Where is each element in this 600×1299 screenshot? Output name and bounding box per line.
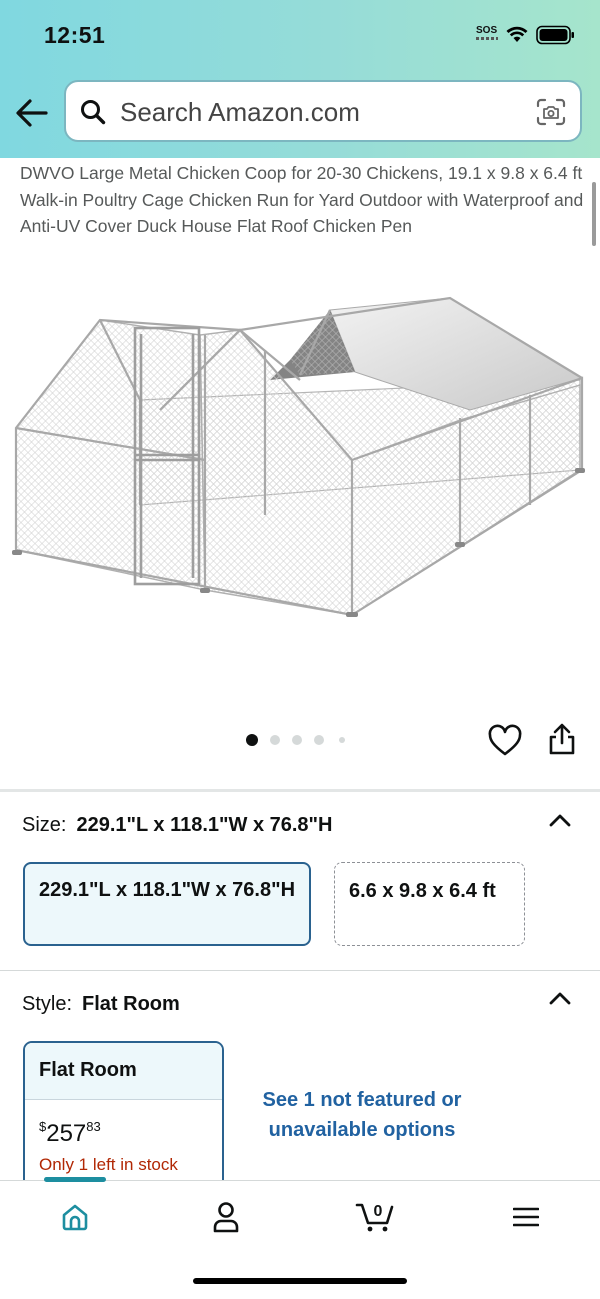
nav-active-indicator bbox=[44, 1177, 106, 1182]
search-bar[interactable] bbox=[64, 80, 582, 142]
app-header: 12:51 SOS bbox=[0, 0, 600, 158]
sos-indicator: SOS bbox=[476, 25, 498, 36]
section-divider bbox=[0, 789, 600, 792]
home-indicator bbox=[193, 1278, 407, 1284]
see-unavailable-options-link[interactable]: See 1 not featured or unavailable option… bbox=[258, 1086, 466, 1145]
product-title: DWVO Large Metal Chicken Coop for 20-30 … bbox=[20, 163, 584, 236]
price-fraction: 83 bbox=[86, 1119, 101, 1134]
style-label: Style: bbox=[22, 993, 73, 1015]
style-option-name: Flat Room bbox=[25, 1043, 222, 1100]
back-arrow-icon[interactable] bbox=[14, 96, 50, 130]
size-option[interactable]: 6.6 x 9.8 x 6.4 ft bbox=[334, 862, 525, 946]
signal-dots bbox=[476, 37, 498, 40]
wifi-icon bbox=[506, 26, 528, 42]
section-divider bbox=[0, 970, 600, 971]
account-icon[interactable] bbox=[212, 1201, 240, 1233]
carousel-dot[interactable] bbox=[339, 737, 345, 743]
chicken-coop-image[interactable] bbox=[0, 260, 600, 680]
chevron-up-icon[interactable] bbox=[548, 812, 572, 828]
size-label: Size: bbox=[22, 814, 67, 836]
status-time: 12:51 bbox=[44, 22, 106, 48]
style-selected-value: Flat Room bbox=[82, 993, 180, 1015]
chevron-up-icon[interactable] bbox=[548, 990, 572, 1006]
carousel-dot-active[interactable] bbox=[246, 734, 258, 746]
image-carousel-dots[interactable] bbox=[246, 733, 356, 747]
style-label-row: Style: Flat Room bbox=[22, 993, 180, 1016]
carousel-dot[interactable] bbox=[314, 735, 324, 745]
carousel-dot[interactable] bbox=[292, 735, 302, 745]
size-label-row: Size: 229.1"L x 118.1"W x 76.8"H bbox=[22, 814, 332, 837]
battery-icon bbox=[536, 25, 574, 45]
search-icon bbox=[81, 100, 106, 125]
size-selected-value: 229.1"L x 118.1"W x 76.8"H bbox=[76, 814, 333, 836]
cart-icon[interactable]: 0 bbox=[355, 1197, 397, 1233]
share-icon[interactable] bbox=[547, 722, 577, 756]
stock-warning: Only 1 left in stock bbox=[39, 1155, 178, 1174]
menu-icon[interactable] bbox=[513, 1206, 539, 1228]
cart-count: 0 bbox=[374, 1203, 383, 1220]
price: $25783 bbox=[39, 1119, 101, 1148]
carousel-dot[interactable] bbox=[270, 735, 280, 745]
camera-scan-icon[interactable] bbox=[536, 98, 566, 126]
size-option-selected[interactable]: 229.1"L x 118.1"W x 76.8"H bbox=[23, 862, 311, 946]
home-icon[interactable] bbox=[61, 1203, 89, 1231]
search-input[interactable] bbox=[120, 94, 520, 130]
heart-icon[interactable] bbox=[487, 724, 523, 758]
scroll-indicator bbox=[592, 182, 596, 246]
price-whole: 257 bbox=[46, 1120, 87, 1147]
